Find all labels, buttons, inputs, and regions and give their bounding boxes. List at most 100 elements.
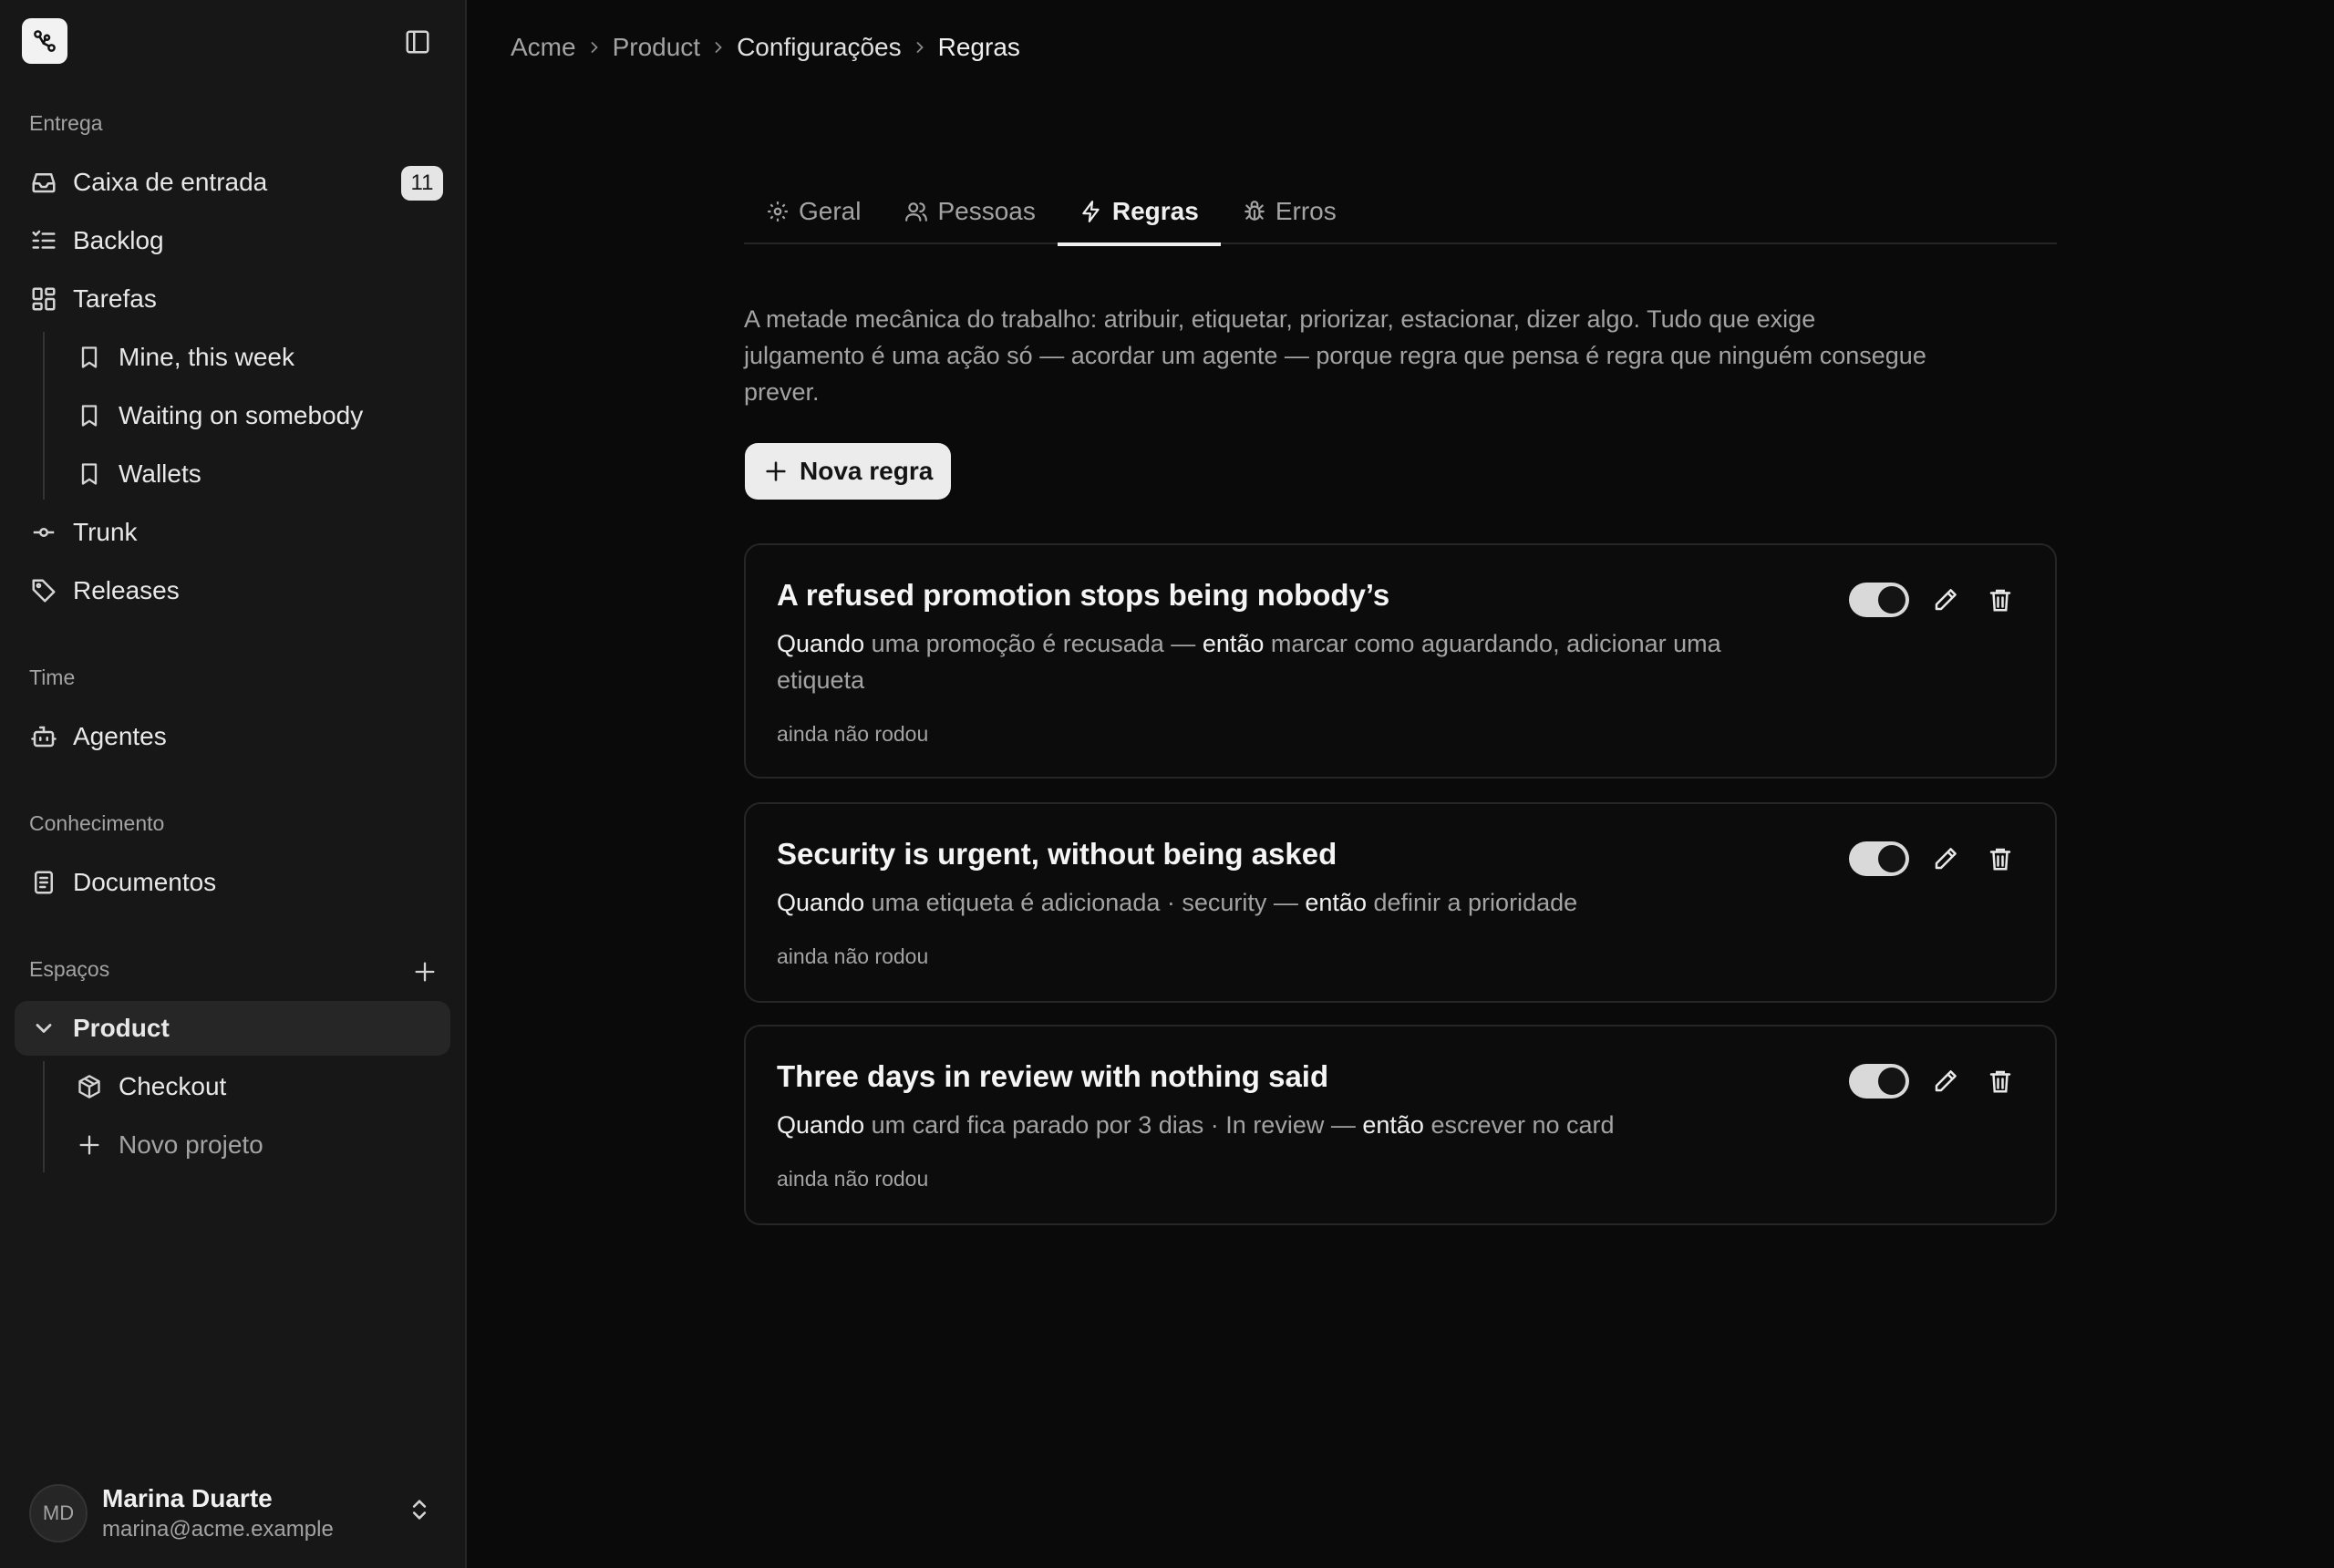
saved-view-wallets[interactable]: Wallets <box>60 447 450 501</box>
rule-when-text: uma promoção é recusada — <box>871 630 1196 657</box>
tab-label: Erros <box>1275 197 1337 225</box>
sidebar: Entrega Caixa de entrada 11 Backlog Tare… <box>0 0 467 1568</box>
trash-icon[interactable] <box>1982 582 2019 618</box>
pencil-icon[interactable] <box>1927 1063 1964 1099</box>
tab-label: Geral <box>799 197 862 225</box>
tag-icon <box>29 576 58 605</box>
chevron-right-icon <box>700 38 737 57</box>
tab-label: Pessoas <box>937 197 1036 225</box>
saved-view-label: Wallets <box>119 459 201 488</box>
tab-general[interactable]: Geral <box>744 179 883 244</box>
app-logo[interactable] <box>22 18 67 64</box>
rule-title: A refused promotion stops being nobody’s <box>777 578 1390 612</box>
sidebar-item-releases[interactable]: Releases <box>15 563 450 618</box>
chevrons-up-down-icon[interactable] <box>407 1497 432 1522</box>
chevron-down-icon[interactable] <box>29 1014 58 1043</box>
rule-card: Security is urgent, without being asked … <box>744 802 2057 1003</box>
sidebar-item-trunk[interactable]: Trunk <box>15 505 450 560</box>
sidebar-item-label: Tarefas <box>73 284 157 313</box>
pencil-icon[interactable] <box>1927 582 1964 618</box>
bookmark-icon <box>75 401 104 430</box>
tab-label: Regras <box>1111 197 1199 225</box>
rule-when-text: uma etiqueta é adicionada · security — <box>871 889 1298 916</box>
new-project-button[interactable]: Novo projeto <box>60 1118 450 1172</box>
add-space-plus-icon[interactable] <box>408 955 441 988</box>
breadcrumb-acme[interactable]: Acme <box>511 33 576 62</box>
main-content: Acme Product Configurações Regras Geral … <box>467 0 2334 1568</box>
sidebar-item-label: Caixa de entrada <box>73 168 268 196</box>
trash-icon[interactable] <box>1982 841 2019 877</box>
rule-when-keyword: Quando <box>777 630 865 657</box>
avatar: MD <box>29 1484 88 1542</box>
rule-then-keyword: então <box>1362 1111 1424 1139</box>
rule-description: Quando uma promoção é recusada — então m… <box>777 625 1798 698</box>
saved-view-mine-this-week[interactable]: Mine, this week <box>60 330 450 385</box>
rule-last-run: ainda não rodou <box>777 944 929 968</box>
breadcrumb-product[interactable]: Product <box>613 33 701 62</box>
rule-when-text: um card fica parado por 3 dias · In revi… <box>871 1111 1356 1139</box>
tab-errors[interactable]: Erros <box>1221 179 1358 244</box>
list-checks-icon <box>29 226 58 255</box>
rule-card: Three days in review with nothing said Q… <box>744 1025 2057 1225</box>
tab-rules[interactable]: Regras <box>1057 179 1221 246</box>
breadcrumb-rules: Regras <box>937 33 1020 61</box>
project-checkout[interactable]: Checkout <box>60 1059 450 1114</box>
rule-enabled-toggle[interactable] <box>1849 583 1909 617</box>
rule-when-keyword: Quando <box>777 1111 865 1139</box>
user-name: Marina Duarte <box>102 1484 273 1512</box>
tab-people[interactable]: Pessoas <box>883 179 1057 244</box>
sidebar-item-backlog[interactable]: Backlog <box>15 213 450 268</box>
section-label-spaces: Espaços <box>29 957 110 981</box>
rule-title: Security is urgent, without being asked <box>777 837 1337 871</box>
sidebar-item-label: Documentos <box>73 868 217 896</box>
new-project-label: Novo projeto <box>119 1130 263 1159</box>
tree-guide <box>43 332 45 500</box>
users-icon <box>904 200 928 223</box>
rule-then-keyword: então <box>1202 630 1265 657</box>
rule-enabled-toggle[interactable] <box>1849 1064 1909 1099</box>
rule-last-run: ainda não rodou <box>777 722 929 746</box>
sidebar-item-tasks[interactable]: Tarefas <box>15 272 450 326</box>
layout-grid-icon <box>29 284 58 314</box>
sidebar-item-label: Agentes <box>73 722 167 750</box>
sidebar-item-documents[interactable]: Documentos <box>15 855 450 910</box>
new-rule-button[interactable]: Nova regra <box>745 443 952 500</box>
bug-icon <box>1243 200 1266 223</box>
sidebar-item-label: Releases <box>73 576 180 604</box>
chevron-right-icon <box>902 38 938 57</box>
pencil-icon[interactable] <box>1927 841 1964 877</box>
rule-enabled-toggle[interactable] <box>1849 841 1909 876</box>
breadcrumb: Acme Product Configurações Regras <box>511 33 1020 62</box>
rule-then-keyword: então <box>1305 889 1367 916</box>
bookmark-icon <box>75 343 104 372</box>
section-label-delivery: Entrega <box>29 111 103 135</box>
box-icon <box>75 1072 104 1101</box>
section-label-team: Time <box>29 665 76 689</box>
rule-then-text: definir a prioridade <box>1373 889 1578 916</box>
bot-icon <box>29 722 58 751</box>
plus-icon <box>75 1130 104 1160</box>
rule-title: Three days in review with nothing said <box>777 1059 1329 1093</box>
trash-icon[interactable] <box>1982 1063 2019 1099</box>
inbox-count-badge: 11 <box>401 166 443 201</box>
space-label: Product <box>73 1014 170 1042</box>
chevron-right-icon <box>576 38 613 57</box>
new-rule-label: Nova regra <box>800 457 934 485</box>
sidebar-item-inbox[interactable]: Caixa de entrada 11 <box>15 155 450 210</box>
space-product[interactable]: Product <box>15 1001 450 1056</box>
rule-card: A refused promotion stops being nobody’s… <box>744 543 2057 779</box>
user-menu[interactable]: MD Marina Duarte marina@acme.example <box>0 1459 465 1568</box>
saved-view-waiting-on-somebody[interactable]: Waiting on somebody <box>60 388 450 443</box>
rule-description: Quando um card fica parado por 3 dias · … <box>777 1107 1798 1143</box>
rules-intro-text: A metade mecânica do trabalho: atribuir,… <box>744 305 1926 406</box>
document-icon <box>29 868 58 897</box>
sidebar-item-agents[interactable]: Agentes <box>15 709 450 764</box>
saved-view-label: Mine, this week <box>119 343 294 371</box>
settings-tabs: Geral Pessoas Regras Erros <box>744 179 2057 246</box>
toggle-sidebar-icon[interactable] <box>401 26 434 58</box>
plus-icon <box>763 459 789 484</box>
lightning-icon <box>1079 200 1103 223</box>
saved-view-label: Waiting on somebody <box>119 401 364 429</box>
inbox-icon <box>29 168 58 197</box>
breadcrumb-settings[interactable]: Configurações <box>737 33 902 62</box>
